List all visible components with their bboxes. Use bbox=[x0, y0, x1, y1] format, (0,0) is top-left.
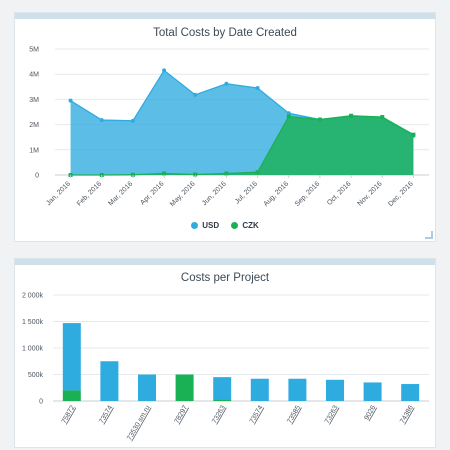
x-tick-label: Apr, 2016 bbox=[139, 180, 165, 206]
data-point-czk[interactable] bbox=[349, 113, 354, 118]
data-point-czk[interactable] bbox=[317, 117, 322, 122]
bar-czk[interactable] bbox=[213, 399, 232, 401]
project-link[interactable]: 73574 bbox=[98, 404, 114, 424]
legend-item-usd[interactable]: USD bbox=[191, 221, 219, 230]
x-tick-label: Jan, 2016 bbox=[45, 180, 72, 207]
bar-usd[interactable] bbox=[401, 384, 420, 401]
x-tick-label: Sep, 2016 bbox=[294, 180, 322, 208]
bar-usd[interactable] bbox=[250, 378, 269, 401]
project-link[interactable]: 78297 bbox=[174, 404, 190, 424]
x-tick-label: May, 2016 bbox=[169, 180, 197, 208]
data-point-usd[interactable] bbox=[130, 118, 135, 123]
data-point-usd[interactable] bbox=[193, 92, 198, 97]
data-point-czk[interactable] bbox=[162, 171, 167, 176]
bar-usd[interactable] bbox=[326, 379, 344, 401]
project-link[interactable]: 73574 bbox=[249, 404, 265, 424]
data-point-usd[interactable] bbox=[224, 81, 229, 86]
data-point-usd[interactable] bbox=[99, 118, 104, 123]
x-tick-label: Feb, 2016 bbox=[76, 180, 103, 207]
project-link[interactable]: 73530 sm.ru bbox=[126, 404, 152, 441]
y-tick-label: 1M bbox=[29, 147, 39, 154]
bar-chart: 0 500k 1 000k 1 500k 2 000k 75872 73574 73530 s… bbox=[22, 293, 429, 442]
data-point-czk[interactable] bbox=[224, 171, 229, 176]
y-tick-label: 1 000k bbox=[22, 346, 44, 353]
bar-usd[interactable] bbox=[363, 382, 382, 401]
x-tick-label: Oct, 2016 bbox=[326, 180, 352, 206]
data-point-czk[interactable] bbox=[286, 114, 291, 119]
y-tick-label: 4M bbox=[29, 72, 39, 79]
data-point-czk[interactable] bbox=[411, 132, 416, 137]
x-tick-label: Dec, 2016 bbox=[387, 180, 415, 208]
data-point-usd[interactable] bbox=[68, 98, 73, 103]
y-tick-label: 2 000k bbox=[22, 293, 44, 300]
project-link[interactable]: 73263 bbox=[324, 404, 340, 424]
data-point-usd[interactable] bbox=[162, 68, 167, 73]
x-tick-label: Jun, 2016 bbox=[201, 180, 228, 207]
legend-czk-dot bbox=[231, 222, 239, 229]
project-link[interactable]: 74386 bbox=[399, 404, 415, 424]
bar-czk[interactable] bbox=[62, 390, 81, 401]
x-tick-label: Aug, 2016 bbox=[263, 180, 291, 208]
project-link[interactable]: 75872 bbox=[61, 404, 77, 424]
chart-legend: USD CZK bbox=[15, 221, 435, 231]
total-costs-card: Total Costs by Date Created 0 1M 2M 3M 4M 5M J… bbox=[14, 12, 436, 242]
legend-item-czk[interactable]: CZK bbox=[231, 221, 259, 230]
bar-usd[interactable] bbox=[288, 378, 307, 401]
bar-czk[interactable] bbox=[175, 374, 194, 402]
bar-usd[interactable] bbox=[213, 377, 232, 400]
project-link[interactable]: 73263 bbox=[211, 404, 227, 424]
costs-per-project-card: Costs per Project 0 500k 1 000k 1 500k 2 000… bbox=[14, 258, 436, 448]
data-point-usd[interactable] bbox=[255, 86, 260, 91]
y-tick-label: 5M bbox=[29, 47, 39, 54]
y-tick-label: 2M bbox=[29, 122, 39, 129]
y-tick-label: 0 bbox=[39, 399, 43, 406]
x-tick-label: Jul, 2016 bbox=[234, 180, 259, 205]
legend-usd-dot bbox=[191, 222, 199, 229]
y-tick-label: 3M bbox=[29, 97, 39, 104]
legend-czk-label: CZK bbox=[242, 221, 259, 230]
area-chart: 0 1M 2M 3M 4M 5M Jan, 2016 Feb, 2016 Mar, 2016 Ap… bbox=[29, 47, 429, 208]
y-tick-label: 1 500k bbox=[22, 319, 44, 326]
project-link[interactable]: 73585 bbox=[286, 404, 302, 424]
data-point-czk[interactable] bbox=[255, 170, 260, 175]
bar-usd[interactable] bbox=[100, 361, 119, 401]
y-tick-label: 500k bbox=[28, 372, 44, 379]
x-tick-label: Mar, 2016 bbox=[107, 180, 134, 207]
resize-handle[interactable] bbox=[425, 231, 433, 239]
data-point-czk[interactable] bbox=[380, 115, 385, 120]
project-link[interactable]: 9026 bbox=[363, 404, 377, 421]
bar-usd[interactable] bbox=[62, 323, 81, 391]
legend-usd-label: USD bbox=[202, 221, 220, 230]
bar-usd[interactable] bbox=[138, 374, 156, 402]
y-tick-label: 0 bbox=[35, 173, 39, 180]
x-tick-label: Nov, 2016 bbox=[357, 180, 384, 207]
